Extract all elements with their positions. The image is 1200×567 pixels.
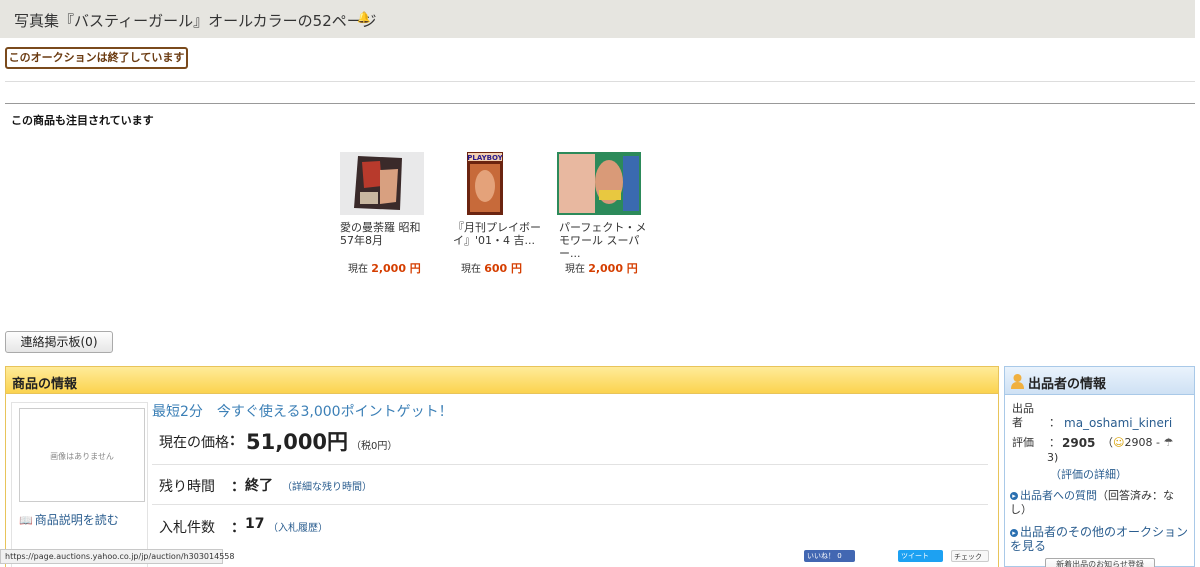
remaining-time-label: 残り時間 (159, 479, 215, 495)
recommended-item-price: 現在 2,000 円 (565, 262, 638, 275)
colon: ： (1049, 436, 1060, 449)
facebook-like-button[interactable]: いいね！ 0 (804, 550, 855, 562)
seller-info-header: 出品者の情報 (1005, 367, 1194, 395)
recommended-item[interactable]: パーフェクト・メモワール スーパー... 現在 2,000 円 (557, 152, 649, 276)
recommended-item[interactable]: PLAYBOY 『月刊プレイボーイ』'01・4 吉... 現在 600 円 (451, 152, 543, 276)
recommended-item-thumbnail[interactable] (340, 152, 424, 215)
recommended-item-price: 現在 600 円 (461, 262, 522, 275)
seller-info-heading: 出品者の情報 (1028, 377, 1107, 392)
book-icon: 📖 (19, 514, 33, 527)
recommended-item-price: 現在 2,000 円 (348, 262, 421, 275)
arrow-right-icon: ▸ (1010, 529, 1018, 537)
bell-icon[interactable]: 🔔 (357, 11, 371, 24)
points-promo-link[interactable]: 最短2分 今すぐ使える3,000ポイントゲット！ (152, 401, 453, 421)
seller-label: 出品者 (1012, 402, 1034, 429)
person-icon (1011, 374, 1024, 389)
recommended-item-name[interactable]: 愛の曼荼羅 昭和57年8月 (340, 221, 432, 260)
rating-bad-count: 3) (1047, 451, 1059, 464)
bid-history-link[interactable]: （入札履歴） (268, 519, 328, 534)
other-auctions-row: ▸ 出品者のその他のオークションを見る (1010, 525, 1190, 553)
title-bar: 写真集『バスティーガール』オールカラーの52ページ 🔔 (0, 0, 1195, 38)
no-image-text: 画像はありません (50, 452, 114, 461)
item-info-header: 商品の情報 (6, 367, 998, 394)
remaining-time-detail-link[interactable]: （詳細な残り時間） (282, 478, 372, 493)
colon: ： (231, 520, 245, 536)
questions-row: ▸ 出品者への質問（回答済み：なし） (1010, 489, 1190, 517)
bid-count-row: 入札件数 ： 17 （入札履歴） (152, 505, 988, 545)
remaining-time-row: 残り時間 ： 終了 （詳細な残り時間） (152, 465, 988, 505)
seller-questions-link[interactable]: 出品者への質問 (1020, 489, 1097, 502)
tax-note: （税0円） (351, 441, 398, 452)
colon: ： (229, 433, 243, 449)
new-listing-notify-button[interactable]: 新着出品のお知らせ登録 (1045, 558, 1155, 567)
attention-section-title: この商品も注目されています (11, 114, 154, 127)
contact-board-button[interactable]: 連絡掲示板(0) (5, 331, 113, 353)
item-info-heading: 商品の情報 (12, 377, 78, 392)
current-price-label: 現在の価格 (159, 435, 229, 451)
arrow-right-icon: ▸ (1010, 492, 1018, 500)
svg-text:PLAYBOY: PLAYBOY (467, 154, 503, 162)
mixi-check-button[interactable]: チェック (951, 550, 989, 562)
rain-icon: ☂ (1163, 436, 1174, 449)
bid-count-value: 17 (245, 516, 265, 532)
read-description-link[interactable]: 📖 商品説明を読む (19, 511, 119, 528)
rating-value[interactable]: 2905 (1062, 436, 1095, 450)
recommended-item-name[interactable]: 『月刊プレイボーイ』'01・4 吉... (451, 221, 543, 260)
status-bar-url: https://page.auctions.yahoo.co.jp/jp/auc… (0, 549, 234, 564)
recommended-item-thumbnail[interactable]: PLAYBOY (451, 152, 535, 215)
divider (5, 81, 1195, 82)
current-price-row: 現在の価格 ： 51,000円 （税0円） (152, 423, 988, 465)
item-info-panel: 商品の情報 画像はありません 📖 商品説明を読む 最短2分 今すぐ使える3,000… (5, 366, 999, 567)
auction-ended-button[interactable]: このオークションは終了しています (5, 47, 188, 69)
recommended-item-name[interactable]: パーフェクト・メモワール スーパー... (557, 221, 649, 260)
recommended-item-thumbnail[interactable] (557, 152, 641, 215)
item-image-area: 画像はありません 📖 商品説明を読む (11, 402, 148, 567)
recommended-item[interactable]: 愛の曼荼羅 昭和57年8月 現在 2,000 円 (340, 152, 432, 276)
divider (5, 103, 1195, 104)
rating-label: 評価 (1012, 436, 1034, 449)
tweet-button[interactable]: ツイート (898, 550, 943, 562)
bid-count-label: 入札件数 (159, 520, 215, 536)
colon: ： (231, 479, 245, 495)
seller-name-link[interactable]: ma_oshami_kineri (1064, 416, 1172, 430)
item-image-placeholder[interactable]: 画像はありません (19, 408, 145, 502)
page-title: 写真集『バスティーガール』オールカラーの52ページ (14, 12, 377, 30)
colon: ： (1049, 416, 1060, 429)
rating-breakdown: （☺2908 - ☂ (1102, 436, 1174, 449)
rating-detail-link[interactable]: （評価の詳細） (1050, 468, 1127, 482)
current-price-value: 51,000円 (246, 430, 349, 454)
seller-other-auctions-link[interactable]: 出品者のその他のオークションを見る (1010, 525, 1188, 553)
remaining-time-value: 終了 (245, 478, 273, 494)
smile-icon: ☺ (1113, 436, 1125, 449)
